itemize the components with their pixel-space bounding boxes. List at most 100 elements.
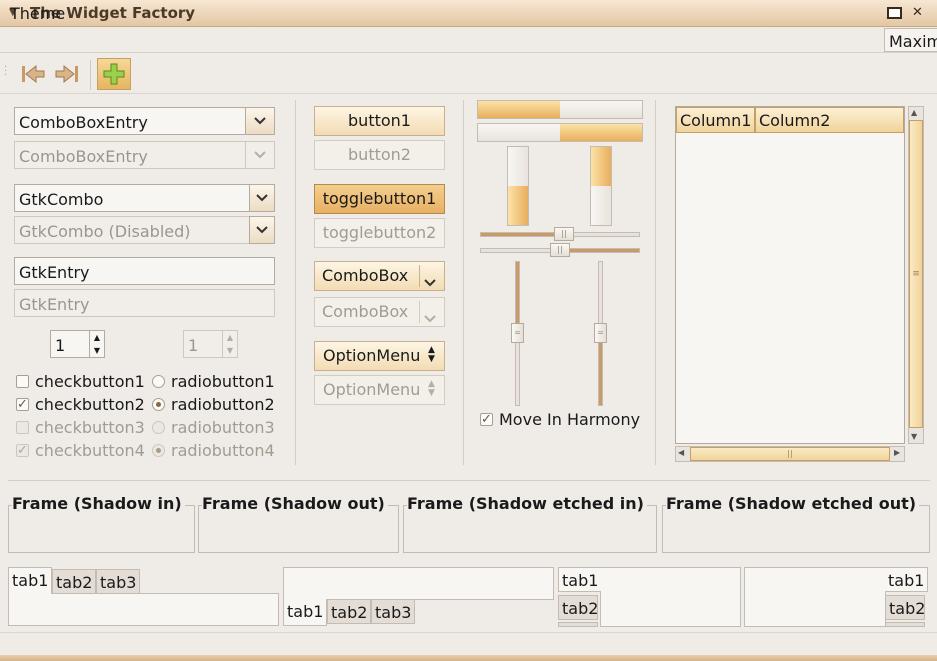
tab-1[interactable]: tab1 [558,567,601,592]
toolbar-separator [90,60,91,90]
scroll-down-icon[interactable]: ▼ [911,432,917,441]
chevron-down-icon[interactable] [424,273,436,291]
spin-button-disabled-input: 1 [183,330,223,358]
chevron-down-icon[interactable] [249,184,275,212]
togglebutton1[interactable]: togglebutton1 [314,184,445,214]
radio-3-disabled [152,421,165,434]
scroll-up-icon[interactable]: ▲ [911,108,917,117]
column-header-1[interactable]: Column1 [676,107,755,133]
tab-1[interactable]: tab1 [8,567,53,594]
updown-arrows-icon: ▲ ▼ [428,379,435,398]
combo-entry-disabled-input: ComboBoxEntry [14,141,246,169]
toolbar-grip-icon[interactable]: · · · [4,63,7,81]
checkbox-2-checked[interactable]: ✓ [16,398,29,411]
menu-bar [0,27,937,53]
column-header-2[interactable]: Column2 [755,107,904,133]
tab-1[interactable]: tab1 [283,599,328,626]
maximize-icon[interactable] [884,5,905,22]
spin-arrows-icon[interactable]: ▲ ▼ [89,330,105,358]
scale-handle-icon[interactable]: || [554,227,574,241]
chevron-down-icon[interactable] [249,216,275,244]
progress-fill [508,186,528,225]
spin-arrows-icon: ▲ ▼ [222,330,238,358]
chevron-down-icon [245,141,275,169]
button2-disabled: button2 [314,140,445,170]
scroll-left-icon[interactable]: ◀ [678,448,684,457]
horizontal-progress-bar-1 [477,100,643,119]
harmony-label[interactable]: Move In Harmony [499,410,640,429]
frame-title: Frame (Shadow etched in) [407,494,647,513]
radio-1[interactable] [152,375,165,388]
radio-4-disabled-selected [152,444,165,457]
spin-button-input[interactable]: 1 [50,330,90,358]
tab-2[interactable]: tab2 [52,569,97,594]
combobox-label: ComboBox [322,302,409,321]
checkbutton-label[interactable]: checkbutton2 [35,395,145,414]
window-bottom-border [0,655,937,661]
checkbox-1[interactable] [16,375,29,388]
tab-2[interactable]: tab2 [327,599,372,624]
add-icon[interactable] [97,58,131,90]
togglebutton2-disabled: togglebutton2 [314,218,445,248]
notebook-top-pane [8,593,279,626]
scrollbar-thumb[interactable]: ≡ [909,120,923,428]
combo-entry-input[interactable]: ComboBoxEntry [14,107,246,135]
forward-icon[interactable] [50,58,84,90]
radiobutton-label[interactable]: radiobutton1 [171,372,275,391]
radiobutton-label[interactable]: radiobutton2 [171,395,275,414]
tab-2[interactable]: tab2 [558,595,598,620]
optionmenu[interactable]: OptionMenu [314,341,445,371]
harmony-checkbox-checked[interactable]: ✓ [480,413,493,426]
menu-maximize[interactable]: Maxim [884,28,937,52]
frame-title: Frame (Shadow etched out) [666,494,920,513]
checkbutton-label: checkbutton4 [35,441,145,460]
toolbar [0,54,937,94]
gtk-entry-input[interactable]: GtkEntry [14,257,275,285]
checkbutton-label: checkbutton3 [35,418,145,437]
menu-theme[interactable]: Theme [10,4,65,23]
scrollbar-thumb[interactable]: || [690,447,890,461]
scale-handle-icon[interactable]: || [550,243,570,257]
gtk-combo-input[interactable]: GtkCombo [14,184,250,212]
combobox-divider [419,265,420,287]
tab-2[interactable]: tab2 [885,595,925,620]
notebook-left-pane [600,567,741,627]
separator [463,100,464,465]
vertical-progress-bar-2 [590,146,612,226]
frame-title: Frame (Shadow out) [202,494,388,513]
tab-3[interactable] [885,622,925,627]
vertical-progress-bar-1 [507,146,529,226]
checkbox-3-disabled [16,421,29,434]
close-icon[interactable]: ✕ [907,5,928,22]
separator [295,100,296,465]
scale-handle-icon[interactable]: = [511,323,524,343]
updown-arrows-icon: ▲ ▼ [428,345,435,364]
radio-2-selected[interactable] [152,398,165,411]
horizontal-progress-bar-2 [477,123,643,142]
gtk-entry-disabled-input: GtkEntry [14,289,275,317]
radiobutton-label: radiobutton4 [171,441,275,460]
tree-view[interactable] [675,106,905,444]
separator [655,100,656,465]
horizontal-separator [8,480,930,481]
gtk-combo-disabled-input: GtkCombo (Disabled) [14,216,250,244]
radiobutton-label: radiobutton3 [171,418,275,437]
checkbutton-label[interactable]: checkbutton1 [35,372,145,391]
optionmenu-disabled: OptionMenu [314,375,445,405]
optionmenu-label: OptionMenu [323,380,421,399]
tab-3[interactable]: tab3 [371,599,416,624]
tab-3[interactable] [558,622,598,627]
tab-1[interactable]: tab1 [885,567,928,592]
button1[interactable]: button1 [314,106,445,136]
progress-fill [478,101,560,118]
combobox-label: ComboBox [322,266,409,285]
progress-fill [560,124,642,141]
tab-3[interactable]: tab3 [96,569,141,594]
optionmenu-label: OptionMenu [323,346,421,365]
chevron-down-icon[interactable] [245,107,275,135]
notebook-right-pane [744,567,886,627]
scale-handle-icon[interactable]: = [594,323,607,343]
back-icon[interactable] [16,58,50,90]
scroll-right-icon[interactable]: ▶ [894,448,900,457]
progress-fill [591,147,611,186]
